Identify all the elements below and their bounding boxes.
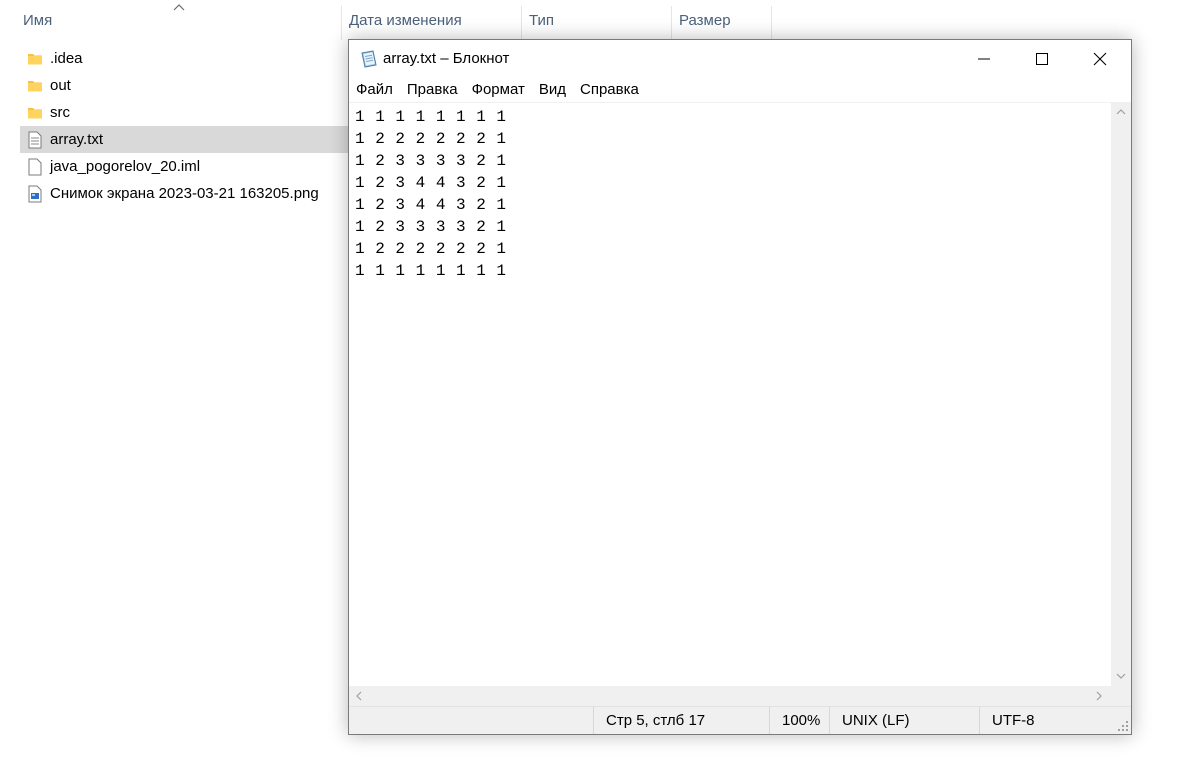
resize-grip-icon[interactable] (1117, 720, 1129, 732)
file-name: src (50, 104, 70, 121)
folder-icon (26, 104, 44, 122)
scroll-right-button[interactable] (1091, 688, 1107, 704)
folder-icon (26, 50, 44, 68)
column-header-type-label: Тип (529, 12, 555, 29)
cursor-position-text: Стр 5, стлб 17 (606, 712, 706, 729)
scroll-up-button[interactable] (1113, 104, 1129, 120)
column-header-type[interactable]: Тип (521, 0, 671, 40)
blank-file-icon (26, 158, 44, 176)
text-line: 1 1 1 1 1 1 1 1 (355, 262, 507, 280)
status-cursor-position: Стр 5, стлб 17 (593, 707, 769, 734)
file-list-header: Имя Дата изменения Тип Размер (0, 0, 1182, 40)
file-row-src[interactable]: src (20, 99, 350, 126)
column-header-date[interactable]: Дата изменения (341, 0, 521, 40)
title-bar[interactable]: array.txt – Блокнот (349, 40, 1131, 78)
file-name: .idea (50, 50, 83, 67)
status-bar: Стр 5, стлб 17 100% UNIX (LF) UTF-8 (349, 706, 1131, 734)
file-row-idea[interactable]: .idea (20, 45, 350, 72)
column-divider[interactable] (771, 6, 772, 40)
file-row-array-txt[interactable]: array.txt (20, 126, 350, 153)
text-line: 1 2 2 2 2 2 2 1 (355, 240, 507, 258)
window-title: array.txt – Блокнот (383, 50, 510, 67)
text-file-icon (26, 131, 44, 149)
menu-view[interactable]: Вид (539, 78, 566, 102)
scroll-down-button[interactable] (1113, 668, 1129, 684)
menu-help[interactable]: Справка (580, 78, 639, 102)
column-header-size[interactable]: Размер (671, 0, 771, 40)
file-row-out[interactable]: out (20, 72, 350, 99)
encoding-text: UTF-8 (992, 712, 1035, 729)
status-line-ending: UNIX (LF) (829, 707, 979, 734)
text-line: 1 2 2 2 2 2 2 1 (355, 130, 507, 148)
column-header-date-label: Дата изменения (349, 12, 462, 29)
menu-format[interactable]: Формат (472, 78, 525, 102)
status-encoding: UTF-8 (979, 707, 1129, 734)
maximize-icon (1036, 53, 1048, 65)
file-list: .idea out src array.txt java_pogorelov_2… (20, 45, 350, 207)
horizontal-scrollbar[interactable] (349, 686, 1111, 706)
chevron-up-icon (1116, 109, 1126, 115)
line-ending-text: UNIX (LF) (842, 712, 910, 729)
file-name: out (50, 77, 71, 94)
scrollbar-corner (1111, 686, 1131, 706)
menu-file[interactable]: Файл (356, 78, 393, 102)
column-header-size-label: Размер (679, 12, 731, 29)
text-line: 1 2 3 3 3 3 2 1 (355, 218, 507, 236)
text-line: 1 2 3 3 3 3 2 1 (355, 152, 507, 170)
text-line: 1 2 3 4 4 3 2 1 (355, 174, 507, 192)
notepad-window: array.txt – Блокнот Файл Правка Формат В… (348, 39, 1132, 735)
close-button[interactable] (1071, 40, 1129, 78)
maximize-button[interactable] (1013, 40, 1071, 78)
file-name: array.txt (50, 131, 104, 148)
text-line: 1 2 3 4 4 3 2 1 (355, 196, 507, 214)
chevron-right-icon (1096, 691, 1102, 701)
status-zoom: 100% (769, 707, 829, 734)
file-row-screenshot-png[interactable]: Снимок экрана 2023-03-21 163205.png (20, 180, 350, 207)
folder-icon (26, 77, 44, 95)
image-file-icon (26, 185, 44, 203)
minimize-button[interactable] (955, 40, 1013, 78)
minimize-icon (978, 58, 990, 60)
chevron-left-icon (356, 691, 362, 701)
file-row-iml[interactable]: java_pogorelov_20.iml (20, 153, 350, 180)
zoom-text: 100% (782, 712, 821, 729)
menu-bar: Файл Правка Формат Вид Справка (349, 78, 1131, 102)
close-icon (1093, 52, 1107, 66)
vertical-scrollbar[interactable] (1111, 102, 1131, 686)
menu-edit[interactable]: Правка (407, 78, 458, 102)
text-line: 1 1 1 1 1 1 1 1 (355, 108, 507, 126)
column-header-name-label: Имя (23, 12, 53, 29)
text-editor[interactable]: 1 1 1 1 1 1 1 1 1 2 2 2 2 2 2 1 1 2 3 3 … (349, 102, 1111, 686)
file-name: Снимок экрана 2023-03-21 163205.png (50, 185, 319, 202)
scroll-left-button[interactable] (351, 688, 367, 704)
chevron-down-icon (1116, 673, 1126, 679)
notepad-icon (361, 50, 377, 68)
file-name: java_pogorelov_20.iml (50, 158, 201, 175)
sort-ascending-icon (173, 4, 185, 11)
